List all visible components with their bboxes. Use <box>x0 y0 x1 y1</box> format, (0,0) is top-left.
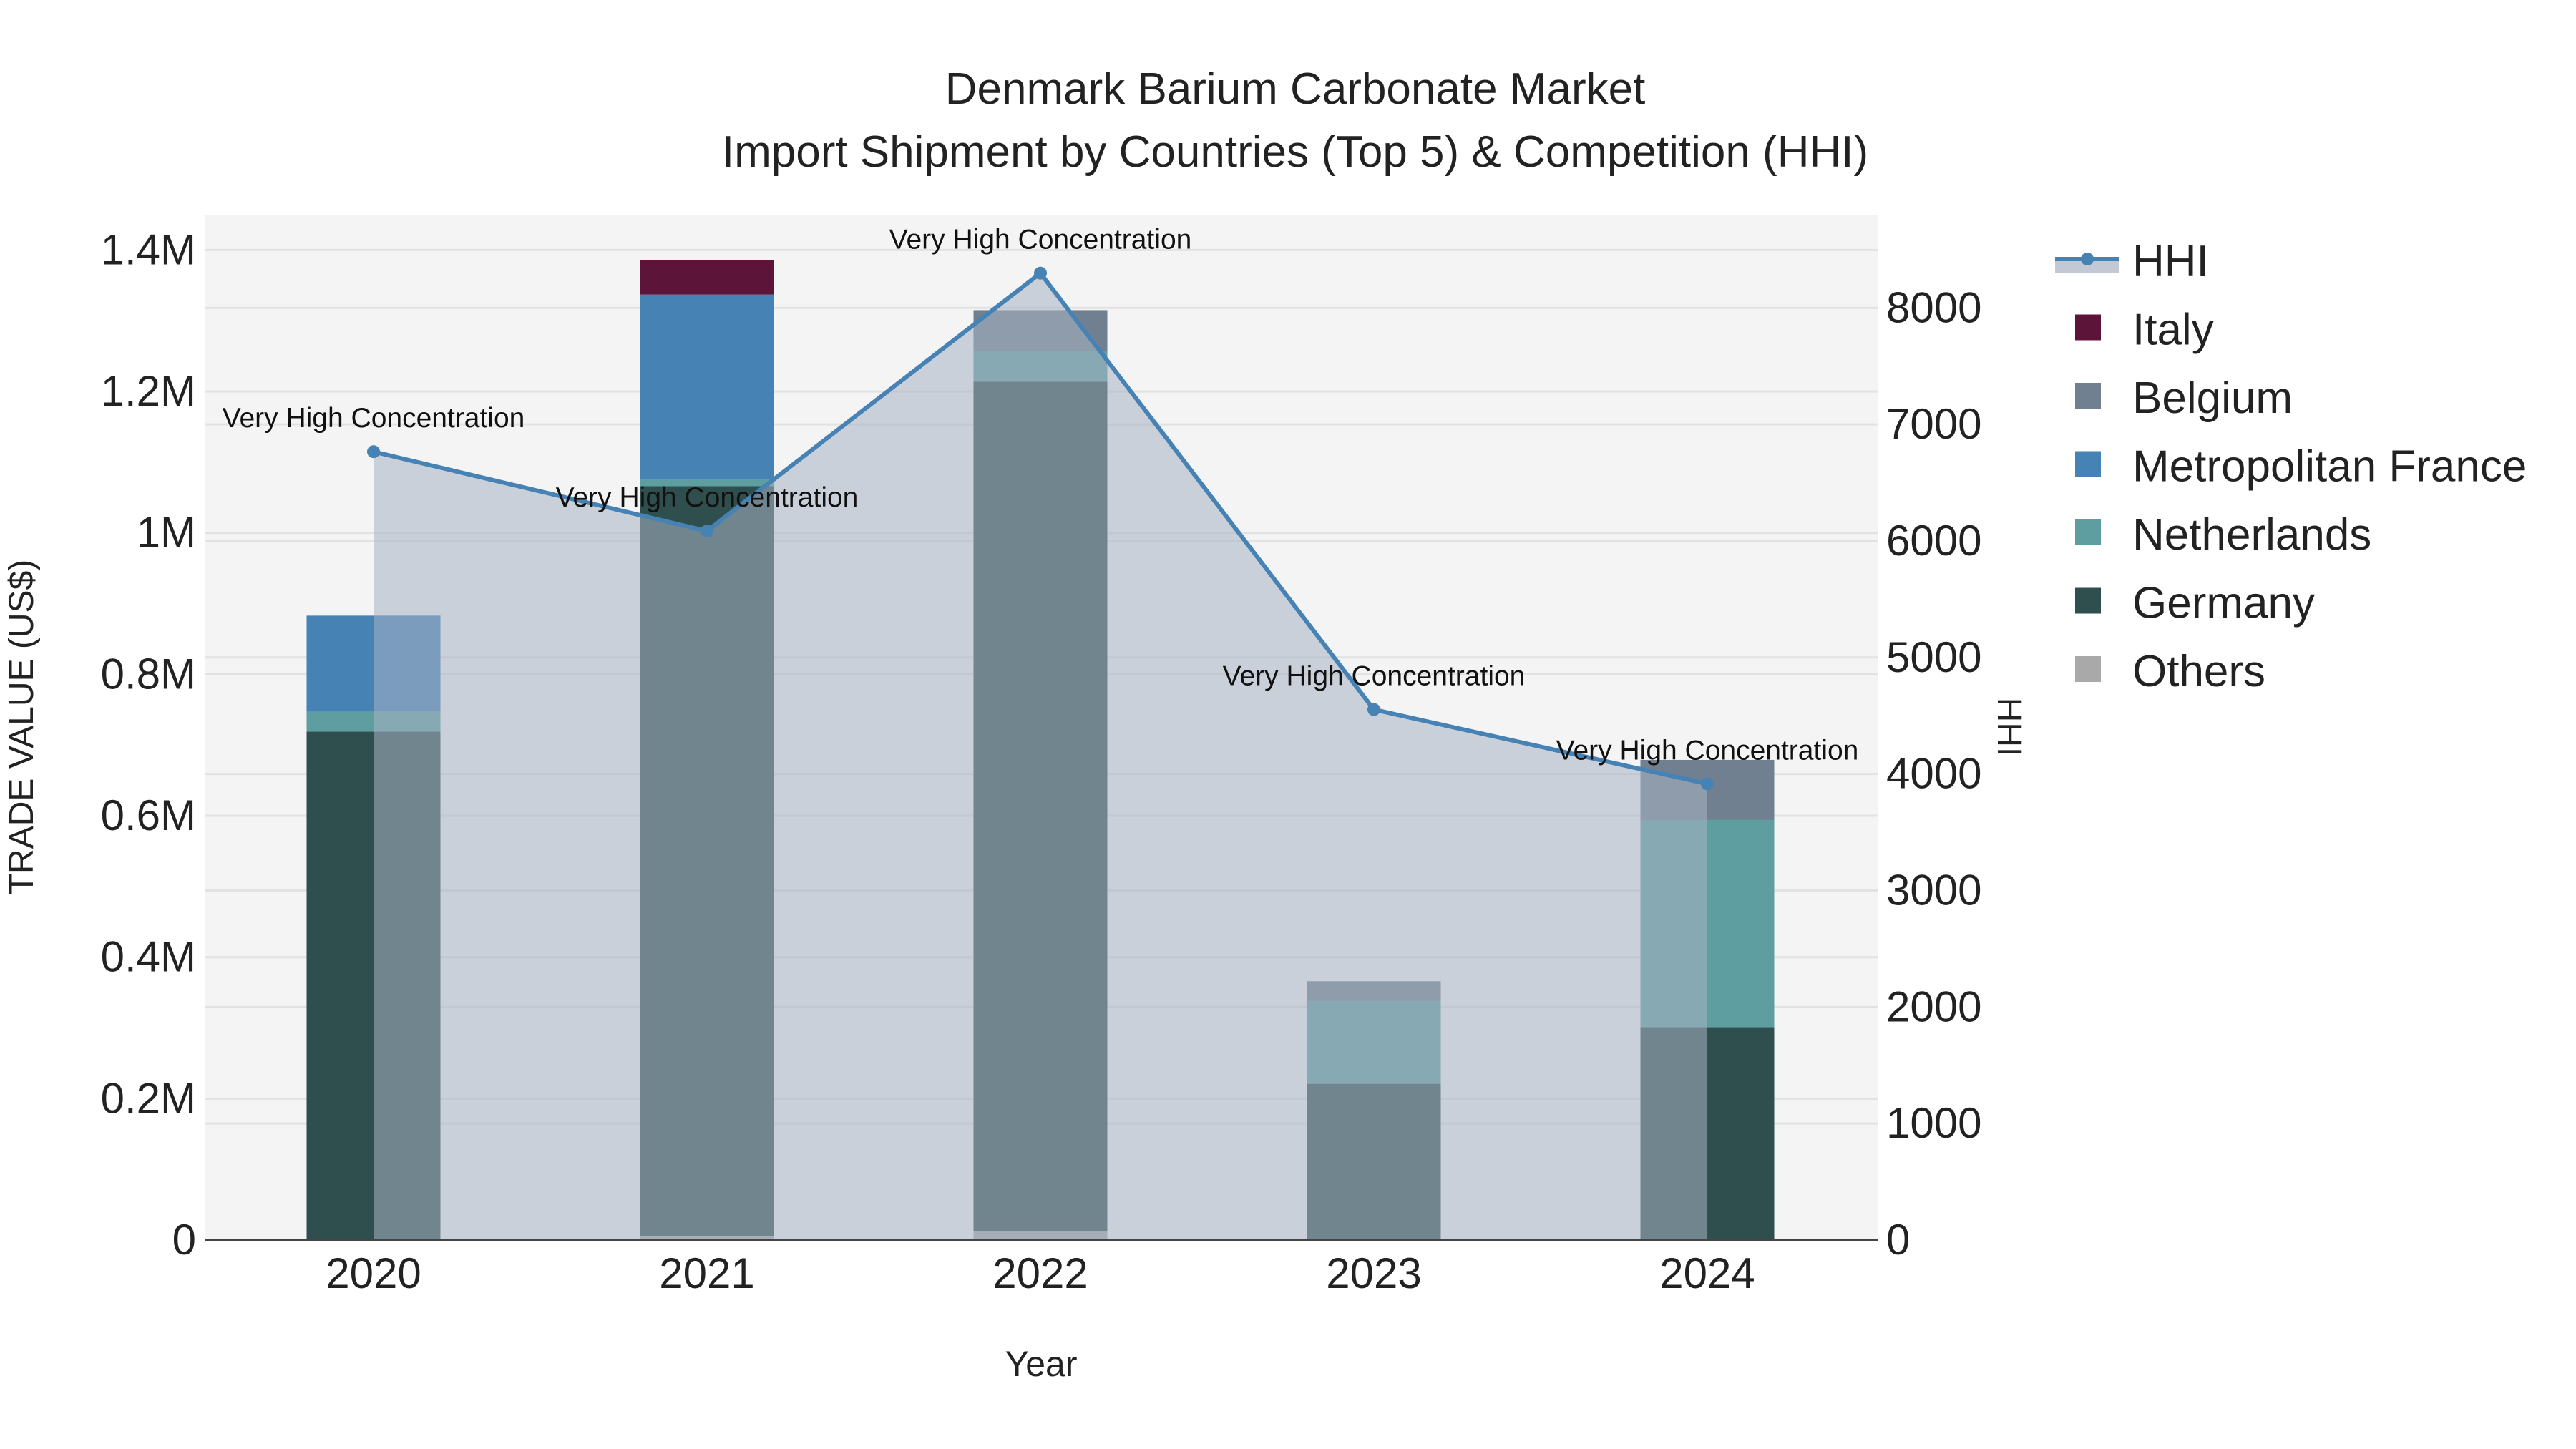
hhi-annotation: Very High Concentration <box>556 482 859 513</box>
y-tick-label: 1M <box>137 509 196 557</box>
legend-swatch-italy <box>2075 314 2101 341</box>
chart-subtitle: Import Shipment by Countries (Top 5) & C… <box>722 127 1868 177</box>
x-tick-label: 2023 <box>1326 1249 1421 1297</box>
y-tick-label: 1.4M <box>101 225 196 273</box>
legend-label: Germany <box>2132 579 2315 628</box>
y-tick-label: 0.8M <box>101 650 196 698</box>
x-tick-label: 2021 <box>659 1249 754 1297</box>
legend-label: Metropolitan France <box>2132 442 2527 492</box>
hhi-point <box>701 525 713 538</box>
hhi-annotation: Very High Concentration <box>1223 661 1526 692</box>
x-tick-label: 2020 <box>326 1249 421 1297</box>
bar-italy <box>640 260 774 295</box>
legend-hhi-marker-icon <box>2081 253 2094 265</box>
bar-metropolitan-france <box>640 294 774 479</box>
chart: Very High Concentration Very High Concent… <box>3 64 2527 1384</box>
x-axis-title: Year <box>1005 1344 1077 1384</box>
chart-title: Denmark Barium Carbonate Market <box>945 64 1646 114</box>
y2-tick-label: 8000 <box>1886 283 1981 331</box>
legend-label: HHI <box>2132 237 2209 286</box>
hhi-point <box>1367 703 1380 716</box>
hhi-annotation: Very High Concentration <box>889 225 1192 255</box>
y-tick-label: 1.2M <box>101 367 196 415</box>
y2-axis-ticks: 0 1000 2000 3000 4000 5000 6000 7000 8000 <box>1886 283 1981 1264</box>
x-axis-ticks: 2020 2021 2022 2023 2024 <box>326 1249 1755 1297</box>
x-tick-label: 2022 <box>992 1249 1088 1297</box>
y-tick-label: 0.4M <box>101 933 196 981</box>
y2-axis-title: HHI <box>1990 698 2028 757</box>
y-axis-title: TRADE VALUE (US$) <box>3 560 41 895</box>
y2-tick-label: 5000 <box>1886 633 1981 681</box>
y2-tick-label: 6000 <box>1886 517 1981 565</box>
y-tick-label: 0.2M <box>101 1074 196 1122</box>
y2-tick-label: 1000 <box>1886 1099 1981 1147</box>
legend-swatch-netherlands <box>2075 519 2101 545</box>
hhi-annotation: Very High Concentration <box>223 403 525 434</box>
y2-tick-label: 4000 <box>1886 750 1981 798</box>
y2-tick-label: 2000 <box>1886 982 1981 1030</box>
hhi-point <box>367 445 380 459</box>
legend-label: Others <box>2132 647 2265 696</box>
legend-swatch-metropolitan-france <box>2075 451 2101 477</box>
y-tick-label: 0 <box>172 1216 196 1264</box>
hhi-annotation: Very High Concentration <box>1556 735 1859 766</box>
y2-tick-label: 0 <box>1886 1216 1910 1264</box>
y2-tick-label: 7000 <box>1886 400 1981 448</box>
legend-label: Italy <box>2132 306 2214 355</box>
legend-swatch-belgium <box>2075 383 2101 409</box>
x-tick-label: 2024 <box>1659 1249 1755 1297</box>
hhi-point <box>1701 777 1714 791</box>
y-tick-label: 0.6M <box>101 791 196 839</box>
legend-label: Netherlands <box>2132 510 2371 560</box>
y2-tick-label: 3000 <box>1886 866 1981 914</box>
y-axis-ticks: 0 0.2M 0.4M 0.6M 0.8M 1M 1.2M 1.4M <box>101 225 196 1264</box>
legend-swatch-others <box>2075 656 2101 682</box>
legend-label: Belgium <box>2132 374 2293 423</box>
hhi-point <box>1034 266 1047 280</box>
legend-swatch-germany <box>2075 587 2101 614</box>
legend: HHI Italy Belgium Metropolitan France Nether… <box>2055 237 2527 696</box>
